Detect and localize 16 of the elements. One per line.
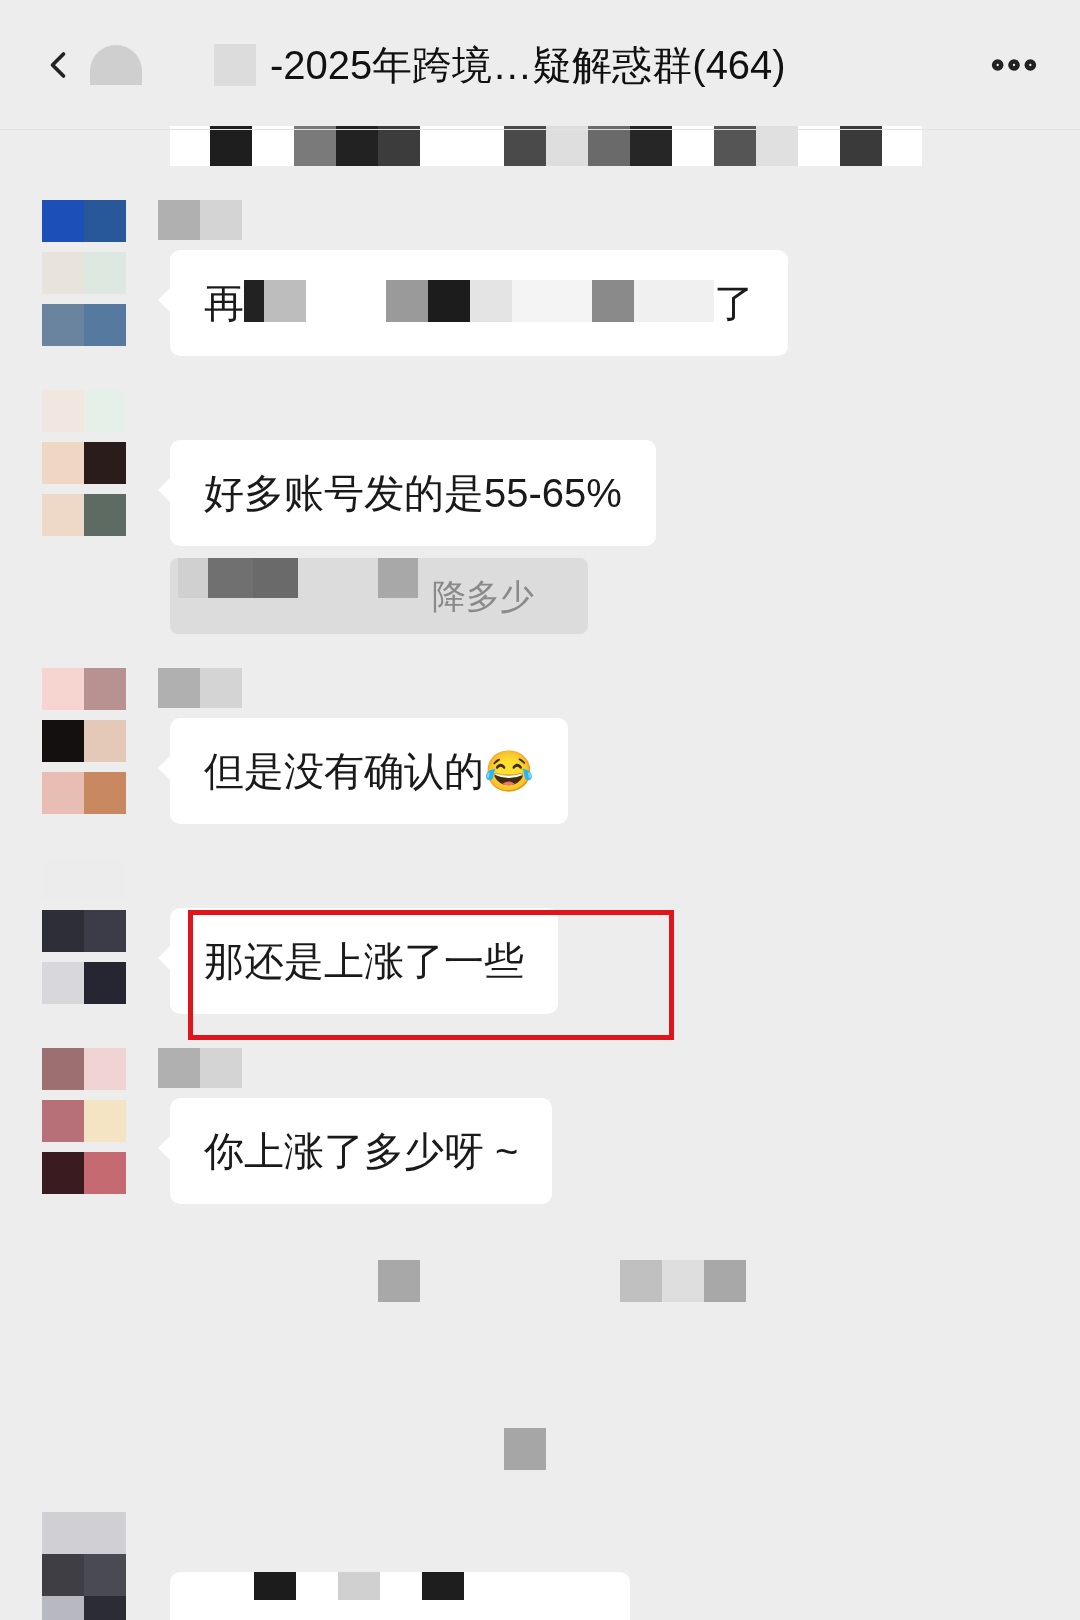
pixelated-redaction	[504, 1428, 546, 1470]
message-text: 再	[204, 280, 244, 326]
message-text: 但是没有确认的😂	[204, 749, 534, 793]
message-bubble[interactable]: 再 了	[170, 250, 788, 356]
avatar[interactable]	[42, 1512, 126, 1620]
chat-title: -2025年跨境…疑解惑群(464)	[270, 41, 786, 89]
message-text: 你上涨了多少呀 ~	[204, 1129, 519, 1173]
message-bubble[interactable]: 你上涨了多少呀 ~	[170, 1098, 553, 1204]
message-bubble[interactable]: 好多账号发的是55-65%	[170, 440, 656, 546]
message-text: 了	[714, 280, 754, 326]
pixelated-redaction	[90, 44, 142, 85]
message-text: 好多账号发的是55-65%	[204, 471, 622, 515]
message-text: 那还是上涨了一些	[204, 939, 524, 983]
quoted-text: 降多少	[432, 575, 534, 617]
message-bubble[interactable]: 但是没有确认的😂	[170, 718, 568, 824]
message-bubble[interactable]: 那还是上涨了一些	[170, 908, 558, 1014]
